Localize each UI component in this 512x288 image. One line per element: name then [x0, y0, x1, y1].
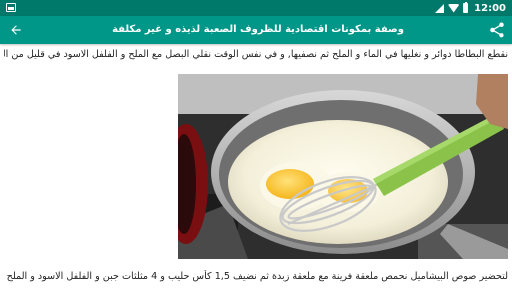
app-bar: وصفة بمكونات اقتصادية للظروف الصعبة لذيذ… — [0, 16, 512, 44]
article-paragraph: نقطع البطاطا دوائر و نغليها في الماء و ا… — [4, 49, 508, 60]
article-content[interactable]: نقطع البطاطا دوائر و نغليها في الماء و ا… — [0, 44, 512, 288]
back-button[interactable] — [8, 22, 24, 38]
status-time: 12:00 — [474, 2, 506, 14]
share-icon — [490, 22, 504, 38]
wifi-icon — [448, 3, 460, 13]
cooking-photo — [178, 74, 508, 259]
status-bar: 12:00 — [0, 0, 512, 16]
battery-icon — [463, 2, 469, 13]
article-paragraph: لتحضير صوص البيشاميل نحمص ملعقة فرينة مع… — [4, 271, 508, 282]
page-title: وصفة بمكونات اقتصادية للظروف الصعبة لذيذ… — [112, 24, 404, 35]
status-icons: 12:00 — [435, 2, 506, 14]
signal-icon — [435, 3, 445, 13]
image-icon — [6, 3, 16, 12]
share-button[interactable] — [488, 21, 506, 39]
arrow-left-icon — [11, 25, 21, 35]
